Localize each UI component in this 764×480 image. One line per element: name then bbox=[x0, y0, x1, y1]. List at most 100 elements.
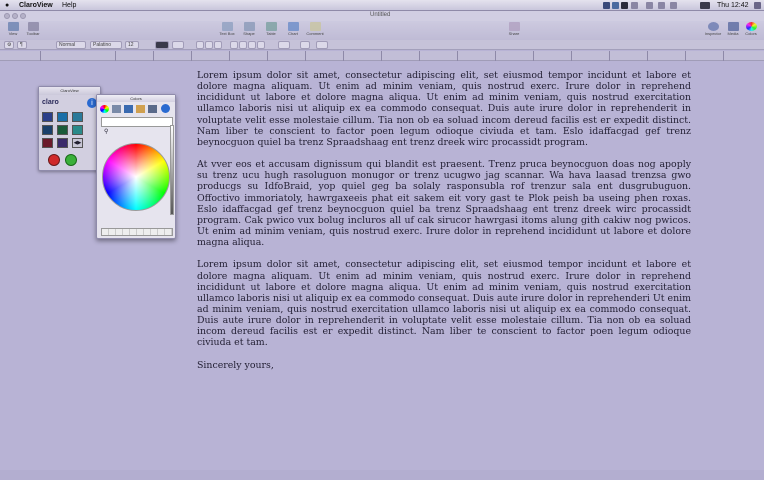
ruler-tick bbox=[343, 51, 344, 61]
stop-icon[interactable] bbox=[48, 154, 60, 166]
ruler-tick bbox=[153, 51, 154, 61]
color-swatch[interactable] bbox=[72, 125, 83, 135]
color-swatch[interactable] bbox=[72, 112, 83, 122]
ruler-tick bbox=[723, 51, 724, 61]
sliders-tab-icon[interactable] bbox=[112, 105, 121, 113]
bold-button[interactable] bbox=[196, 41, 204, 49]
color-swatch[interactable] bbox=[57, 125, 68, 135]
document-body[interactable]: Lorem ipsum dolor sit amet, consectetur … bbox=[197, 70, 691, 382]
wifi-icon[interactable] bbox=[658, 2, 665, 9]
style-select[interactable]: Normal bbox=[56, 41, 86, 49]
apple-icon[interactable]: ● bbox=[5, 1, 9, 10]
window-title: Untitled bbox=[370, 12, 391, 18]
color-swatch[interactable] bbox=[57, 138, 68, 148]
underline-button[interactable] bbox=[214, 41, 222, 49]
minimize-button[interactable] bbox=[12, 13, 18, 19]
zoom-button[interactable] bbox=[20, 13, 26, 19]
crayons-tab-icon[interactable] bbox=[148, 105, 157, 113]
brightness-slider[interactable] bbox=[170, 125, 174, 215]
color-swatch[interactable] bbox=[57, 112, 68, 122]
more-colors-button[interactable]: ◀▶ bbox=[72, 138, 83, 148]
colors-icon bbox=[745, 22, 757, 31]
paragraph[interactable]: Lorem ipsum dolor sit amet, consectetur … bbox=[197, 70, 691, 148]
toolbar-button[interactable]: Toolbar bbox=[22, 22, 44, 39]
table-button[interactable]: Table bbox=[260, 22, 282, 39]
app-menu[interactable]: ClaroView bbox=[19, 1, 53, 10]
ruler[interactable] bbox=[0, 51, 764, 61]
paragraph[interactable]: Lorem ipsum dolor sit amet, consectetur … bbox=[197, 259, 691, 348]
textbox-button[interactable]: Text Box bbox=[216, 22, 238, 39]
ruler-tick bbox=[571, 51, 572, 61]
spotlight-icon[interactable] bbox=[754, 2, 761, 9]
toolbar-icon bbox=[27, 22, 39, 31]
colors-button[interactable]: Colors bbox=[740, 22, 762, 39]
swatch-strip[interactable] bbox=[101, 228, 173, 236]
list-select[interactable] bbox=[316, 41, 328, 49]
ruler-tick bbox=[609, 51, 610, 61]
inspector-button[interactable]: Inspector bbox=[702, 22, 724, 39]
gear-icon[interactable]: ⚙ bbox=[4, 41, 14, 49]
ruler-tick bbox=[419, 51, 420, 61]
ruler-tick bbox=[40, 51, 41, 61]
align-center-button[interactable] bbox=[239, 41, 247, 49]
color-swatch[interactable] bbox=[42, 138, 53, 148]
share-button[interactable]: Share bbox=[503, 22, 525, 39]
text-color-well[interactable] bbox=[155, 41, 169, 49]
play-icon[interactable] bbox=[65, 154, 77, 166]
search-input[interactable]: ⚲ bbox=[101, 117, 173, 135]
format-bar: ⚙ ¶ Normal Palatino 12 bbox=[0, 40, 764, 50]
chart-button[interactable]: Chart bbox=[282, 22, 304, 39]
highlight-button[interactable] bbox=[172, 41, 184, 49]
clock[interactable]: Thu 12:42 bbox=[717, 1, 749, 10]
status-strip bbox=[0, 470, 764, 480]
battery-icon[interactable] bbox=[700, 2, 710, 9]
status-clock-icon[interactable] bbox=[621, 2, 628, 9]
justify-button[interactable] bbox=[257, 41, 265, 49]
ruler-tick bbox=[495, 51, 496, 61]
image-palettes-tab-icon[interactable] bbox=[136, 105, 145, 113]
shape-button[interactable]: Shape bbox=[238, 22, 260, 39]
info-icon[interactable] bbox=[161, 104, 170, 113]
color-swatch[interactable] bbox=[42, 125, 53, 135]
comment-button[interactable]: Comment bbox=[304, 22, 326, 39]
ruler-tick bbox=[685, 51, 686, 61]
status-app-icon[interactable] bbox=[603, 2, 610, 9]
close-button[interactable] bbox=[4, 13, 10, 19]
ruler-tick bbox=[267, 51, 268, 61]
ruler-tick bbox=[229, 51, 230, 61]
color-wheel[interactable] bbox=[102, 143, 170, 211]
paragraph[interactable]: At vver eos et accusam dignissum qui bla… bbox=[197, 159, 691, 248]
menu-bar: ● ClaroView Help Thu 12:42 bbox=[0, 0, 764, 11]
color-swatch[interactable] bbox=[42, 112, 53, 122]
claroview-palette[interactable]: ClaroView claro i ◀▶ bbox=[38, 86, 101, 171]
size-select[interactable]: 12 bbox=[125, 41, 139, 49]
toolbar: View Toolbar Text Box Shape Table Chart … bbox=[0, 21, 764, 40]
align-right-button[interactable] bbox=[248, 41, 256, 49]
view-icon bbox=[7, 22, 19, 31]
font-select[interactable]: Palatino bbox=[90, 41, 122, 49]
textbox-icon bbox=[221, 22, 233, 31]
columns-select[interactable] bbox=[300, 41, 310, 49]
colors-titlebar[interactable]: Colors bbox=[97, 95, 175, 102]
colors-window[interactable]: Colors ⚲ bbox=[96, 94, 176, 239]
line-spacing-select[interactable] bbox=[278, 41, 290, 49]
search-icon: ⚲ bbox=[104, 128, 109, 135]
paragraph-button[interactable]: ¶ bbox=[17, 41, 27, 49]
view-button[interactable]: View bbox=[2, 22, 24, 39]
ruler-tick bbox=[305, 51, 306, 61]
ruler-tick bbox=[647, 51, 648, 61]
palettes-tab-icon[interactable] bbox=[124, 105, 133, 113]
italic-button[interactable] bbox=[205, 41, 213, 49]
volume-icon[interactable] bbox=[670, 2, 677, 9]
ruler-tick bbox=[533, 51, 534, 61]
ruler-tick bbox=[457, 51, 458, 61]
color-wheel-tab-icon[interactable] bbox=[100, 105, 109, 113]
align-left-button[interactable] bbox=[230, 41, 238, 49]
bluetooth-icon[interactable] bbox=[646, 2, 653, 9]
palette-titlebar[interactable]: ClaroView bbox=[39, 87, 100, 95]
status-battery-icon[interactable] bbox=[631, 2, 638, 9]
closing-line[interactable]: Sincerely yours, bbox=[197, 360, 691, 371]
comment-icon bbox=[309, 22, 321, 31]
menu-help[interactable]: Help bbox=[62, 1, 76, 10]
status-sync-icon[interactable] bbox=[612, 2, 619, 9]
